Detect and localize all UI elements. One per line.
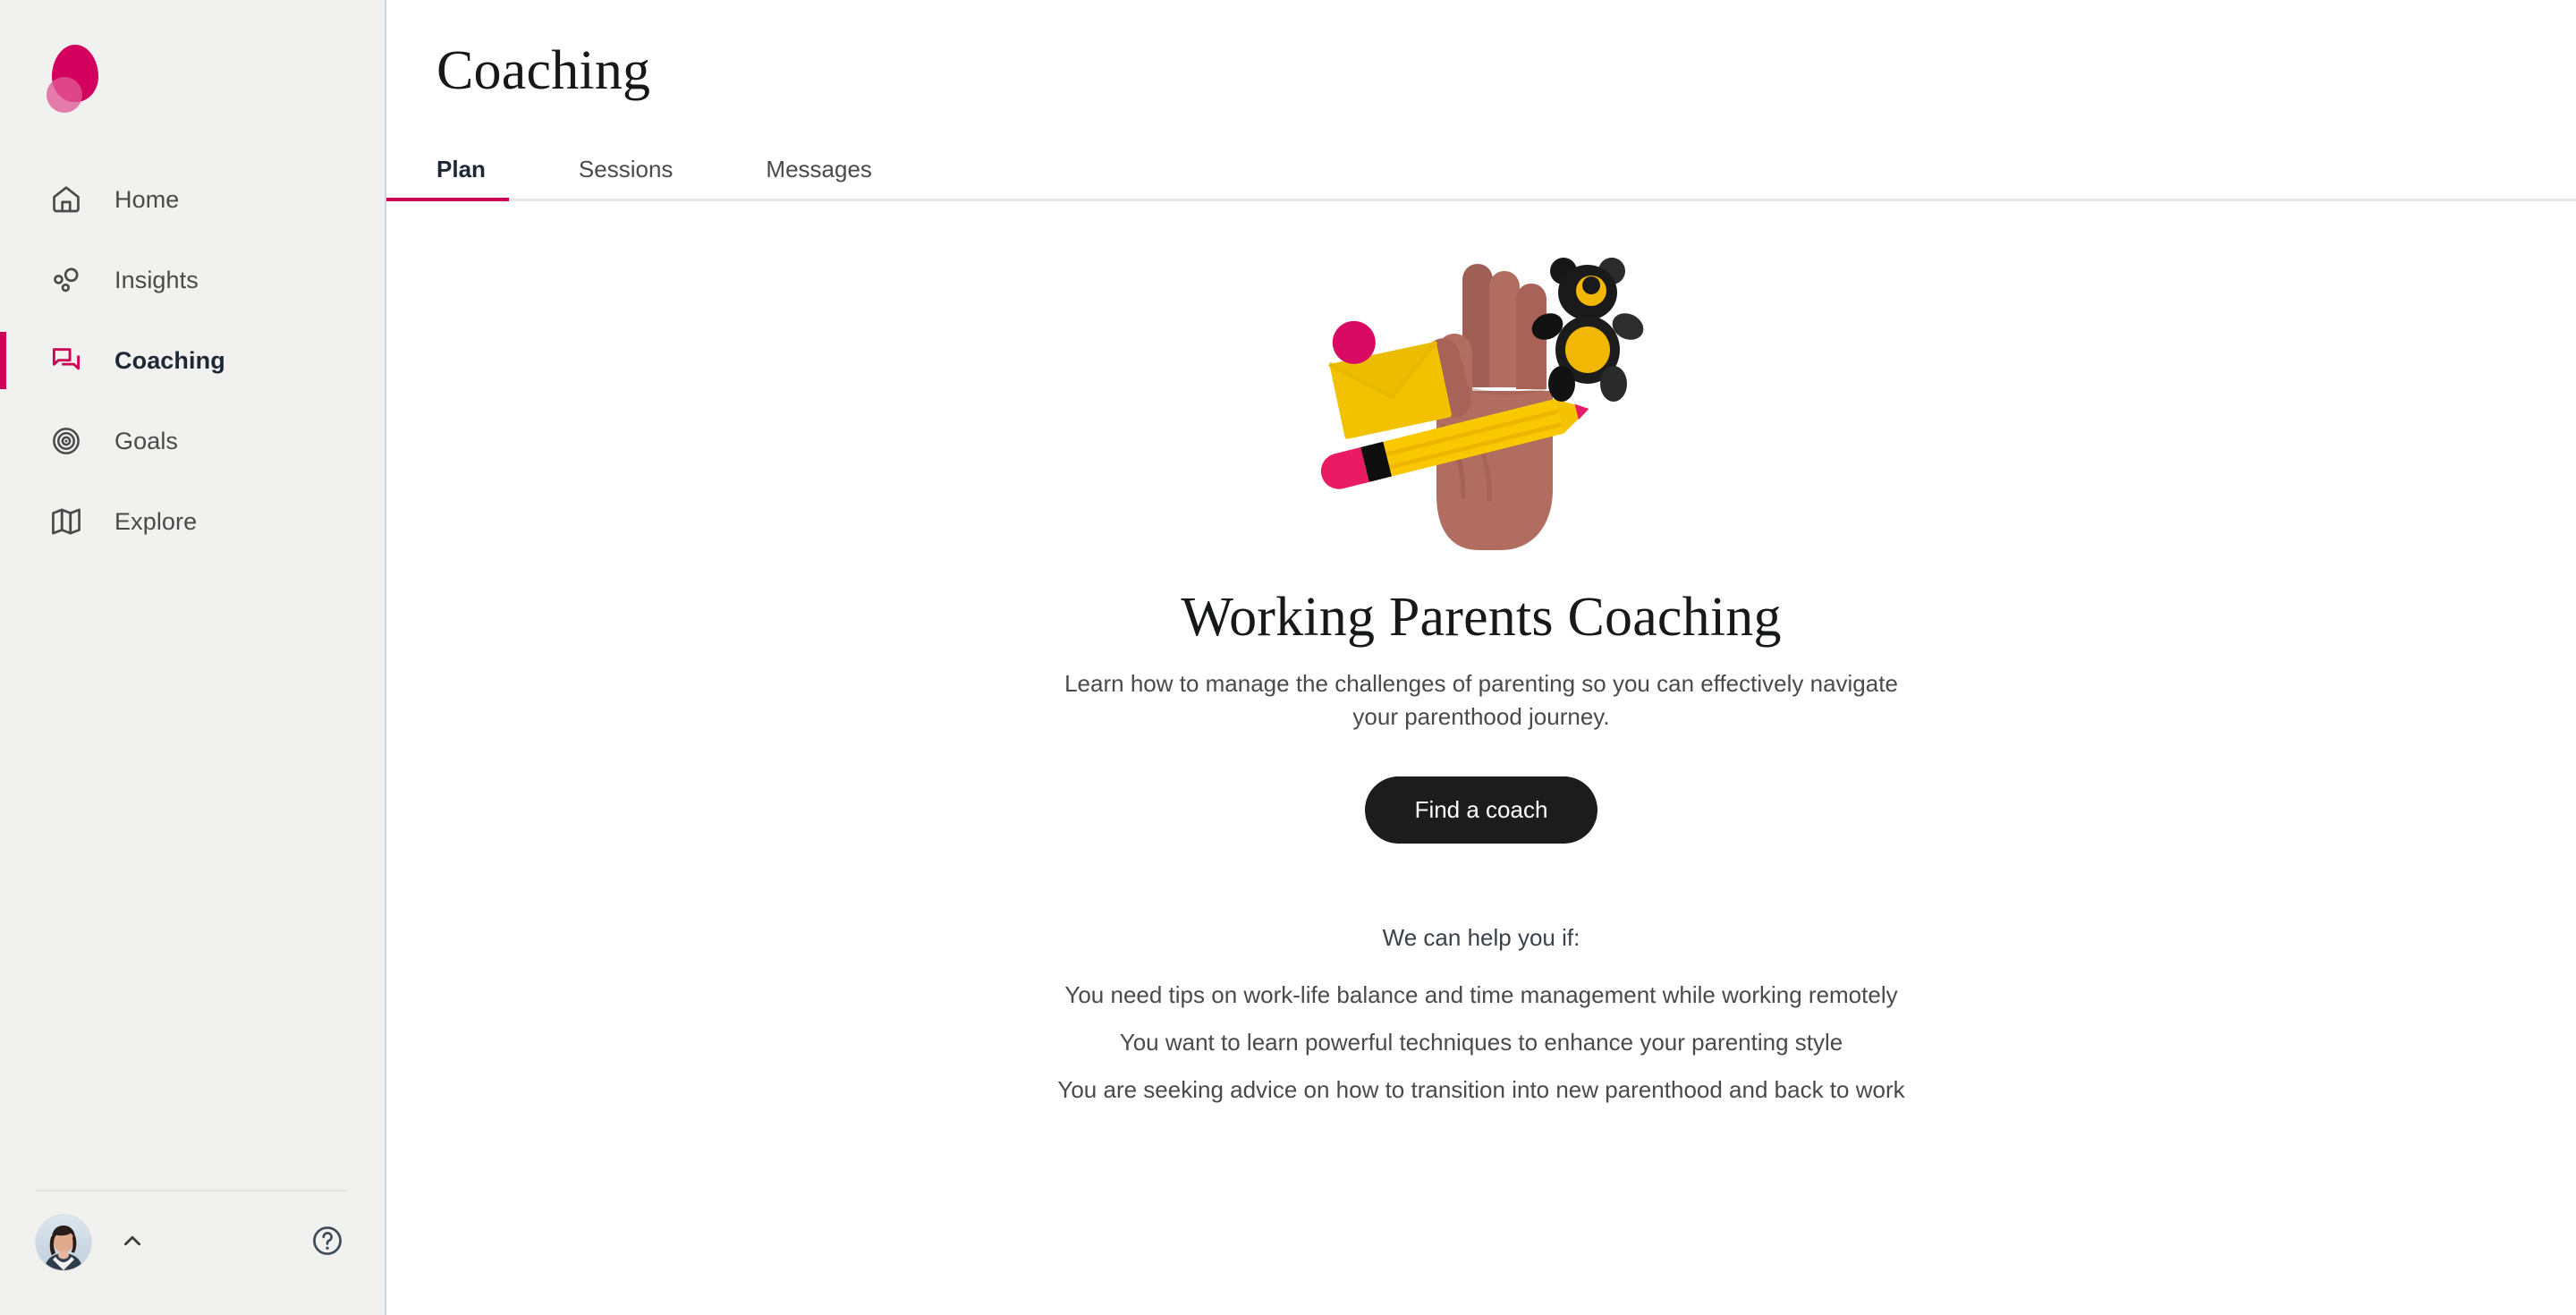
find-a-coach-button[interactable]: Find a coach [1364,776,1598,844]
help-heading: We can help you if: [1382,924,1580,951]
sidebar-item-label: Explore [114,507,198,535]
goals-icon [47,421,86,461]
insights-icon [47,260,86,300]
hero-title: Working Parents Coaching [1181,587,1782,648]
plan-panel: Working Parents Coaching Learn how to ma… [386,201,2576,1121]
tab-messages[interactable]: Messages [766,156,872,201]
explore-icon [47,502,86,541]
sidebar-item-label: Goals [114,427,179,454]
coaching-icon [47,341,86,380]
footer-divider [36,1190,347,1192]
page-title: Coaching [436,40,651,101]
help-list-item: You want to learn powerful techniques to… [1119,1029,1843,1056]
sidebar-item-goals[interactable]: Goals [0,401,385,481]
user-avatar[interactable] [36,1215,91,1270]
sidebar-nav: Home Insights Coaching Goals Explore [0,159,385,562]
brand-logo[interactable] [36,43,100,115]
sidebar-item-explore[interactable]: Explore [0,481,385,562]
sidebar-item-label: Home [114,185,180,213]
help-list: You need tips on work-life balance and t… [1052,979,1911,1121]
help-list-item: You are seeking advice on how to transit… [1057,1076,1905,1103]
app-root: Home Insights Coaching Goals Explore Coa… [0,0,2576,1315]
sidebar-item-coaching[interactable]: Coaching [0,320,385,401]
expand-user-menu-button[interactable] [114,1225,150,1260]
balloon-logo-circle-shape [47,77,82,113]
tab-sessions[interactable]: Sessions [579,156,674,201]
main-content: Coaching Plan Sessions Messages Working … [386,0,2576,1315]
hand-pencil-teddy-envelope-illustration [1302,221,1660,579]
help-button[interactable] [308,1223,347,1262]
sidebar-item-home[interactable]: Home [0,159,385,240]
sidebar: Home Insights Coaching Goals Explore [0,0,386,1315]
chevron-up-icon [121,1229,144,1257]
help-circle-icon [310,1224,344,1262]
home-icon [47,180,86,219]
sidebar-footer [0,1190,385,1315]
sidebar-item-label: Insights [114,266,199,293]
footer-row [36,1215,347,1270]
sidebar-item-insights[interactable]: Insights [0,240,385,320]
tab-plan[interactable]: Plan [386,156,509,201]
help-list-item: You need tips on work-life balance and t… [1064,981,1898,1008]
sidebar-item-label: Coaching [114,346,225,374]
hero-subtitle: Learn how to manage the challenges of pa… [1064,670,1898,730]
tab-bar: Plan Sessions Messages [386,142,2576,201]
